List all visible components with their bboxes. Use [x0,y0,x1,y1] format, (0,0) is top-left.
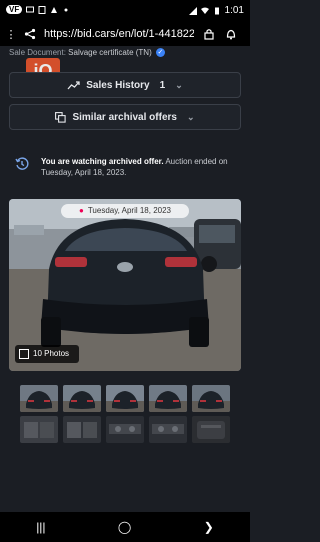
share-icon[interactable] [22,28,38,40]
dot-icon [64,8,68,11]
sale-document: Sale Document: Salvage certificate (TN) … [9,48,165,58]
thumbnail-image [106,385,144,412]
archived-notice: You are watching archived offer. Auction… [9,152,241,188]
thumbnail-image [149,416,187,443]
chevron-down-icon: ⌄ [175,79,183,90]
auction-date-pill: ● Tuesday, April 18, 2023 [61,204,189,218]
recent-apps-icon[interactable]: ||| [36,520,45,534]
photos-count-label: 10 Photos [33,349,70,358]
photo-thumbnail[interactable] [106,385,144,412]
photo-thumbnails [9,385,241,443]
carrier-chip: VF [6,5,23,14]
similar-offers-button[interactable]: Similar archival offers ⌄ [9,104,241,130]
photo-thumbnail[interactable] [63,416,101,443]
wifi-icon [200,7,209,14]
bell-icon[interactable] [224,28,238,40]
lock-icon[interactable] [202,28,216,40]
similar-offers-label: Similar archival offers [72,111,177,123]
thumbnail-image [63,416,101,443]
history-icon [15,157,29,170]
auction-date: Tuesday, April 18, 2023 [87,206,171,215]
archived-notice-bold: You are watching archived offer. [41,157,164,166]
thumbnail-image [106,416,144,443]
thumbnail-image [192,385,230,412]
archived-notice-text: You are watching archived offer. Auction… [41,156,237,178]
photo-thumbnail[interactable] [149,416,187,443]
home-icon[interactable]: ◯ [118,520,131,534]
sale-document-label: Sale Document: [9,48,66,57]
browser-toolbar: ⋮ https://bid.cars/en/lot/1-441822 [0,22,250,46]
photo-thumbnail[interactable] [20,416,58,443]
thumbnail-image [149,385,187,412]
status-bar: VF 1:01 [0,0,250,22]
photo-thumbnail[interactable] [192,416,230,443]
notification-icon [51,6,58,13]
clock: 1:01 [224,5,244,16]
photo-thumbnail[interactable] [149,385,187,412]
copy-icon [55,111,67,123]
thumbnail-image [192,416,230,443]
trend-chart-icon [67,80,80,89]
sim-icon [38,5,46,14]
photo-thumbnail[interactable] [63,385,101,412]
photo-thumbnail[interactable] [192,385,230,412]
menu-dots-icon[interactable]: ⋮ [4,28,18,41]
battery-icon [214,7,219,14]
signal-icon [188,6,197,15]
photo-thumbnail[interactable] [20,385,58,412]
thumbnail-image [20,385,58,412]
photos-count-button[interactable]: 10 Photos [15,345,79,363]
android-nav-bar: ||| ◯ ❯ [0,512,250,542]
sale-document-value: Salvage certificate (TN) [68,48,152,57]
sales-history-label: Sales History [86,79,150,91]
sales-history-button[interactable]: Sales History 1 ⌄ [9,72,241,98]
main-vehicle-photo[interactable]: ● Tuesday, April 18, 2023 10 Photos [9,199,241,371]
expand-icon [19,349,29,359]
photo-thumbnail[interactable] [106,416,144,443]
url-field[interactable]: https://bid.cars/en/lot/1-441822 [44,28,194,40]
sales-history-count: 1 [159,79,166,91]
back-icon[interactable]: ❯ [204,520,214,534]
verified-check-icon: ✓ [155,48,165,58]
page-content: Sale Document: Salvage certificate (TN) … [0,46,250,512]
calendar-dot-icon: ● [78,206,84,215]
thumbnail-image [20,416,58,443]
thumbnail-image [63,385,101,412]
message-icon [26,6,35,12]
chevron-down-icon: ⌄ [186,111,195,122]
